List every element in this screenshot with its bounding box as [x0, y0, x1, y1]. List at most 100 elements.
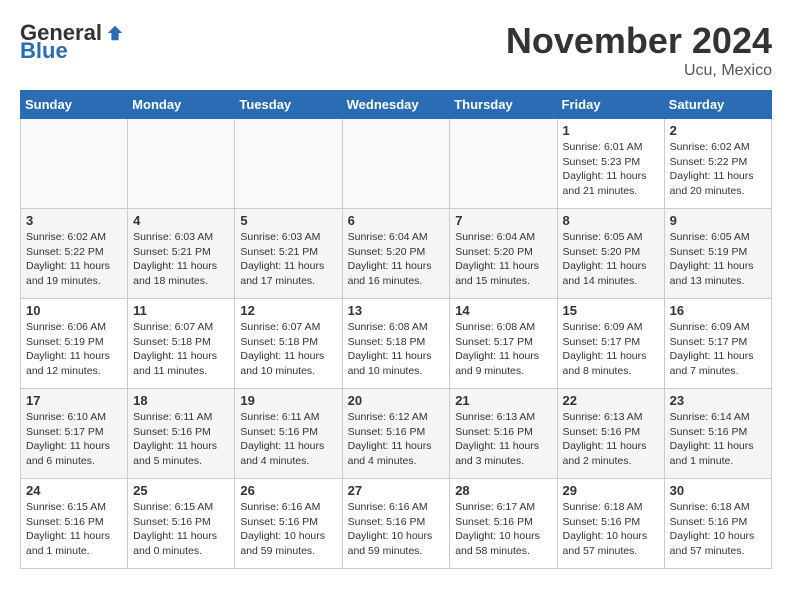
calendar-header-wednesday: Wednesday — [342, 91, 450, 119]
calendar-cell: 2 Sunrise: 6:02 AMSunset: 5:22 PMDaylight… — [664, 119, 771, 209]
calendar-cell: 10 Sunrise: 6:06 AMSunset: 5:19 PMDayligh… — [21, 299, 128, 389]
calendar-cell: 19 Sunrise: 6:11 AMSunset: 5:16 PMDayligh… — [235, 389, 342, 479]
day-info: Sunrise: 6:15 AMSunset: 5:16 PMDaylight:… — [133, 500, 229, 559]
day-number: 29 — [563, 483, 659, 498]
calendar-week-row: 17Sunrise: 6:10 AMSunset: 5:17 PMDayligh… — [21, 389, 772, 479]
day-number: 15 — [563, 303, 659, 318]
month-title: November 2024 — [506, 20, 772, 62]
calendar-header-saturday: Saturday — [664, 91, 771, 119]
day-info: Sunrise: 6:07 AMSunset: 5:18 PMDaylight:… — [240, 320, 336, 379]
calendar-cell: 8 Sunrise: 6:05 AMSunset: 5:20 PMDaylight… — [557, 209, 664, 299]
day-info: Sunrise: 6:07 AMSunset: 5:18 PMDaylight:… — [133, 320, 229, 379]
calendar-cell — [21, 119, 128, 209]
day-info: Sunrise: 6:09 AMSunset: 5:17 PMDaylight:… — [563, 320, 659, 379]
calendar-cell: 26 Sunrise: 6:16 AMSunset: 5:16 PMDayligh… — [235, 479, 342, 569]
calendar-week-row: 10 Sunrise: 6:06 AMSunset: 5:19 PMDayligh… — [21, 299, 772, 389]
day-number: 3 — [26, 213, 122, 228]
location-subtitle: Ucu, Mexico — [506, 62, 772, 80]
day-number: 12 — [240, 303, 336, 318]
calendar-week-row: 24Sunrise: 6:15 AMSunset: 5:16 PMDayligh… — [21, 479, 772, 569]
calendar-cell: 5 Sunrise: 6:03 AMSunset: 5:21 PMDaylight… — [235, 209, 342, 299]
calendar-cell — [128, 119, 235, 209]
calendar-header-thursday: Thursday — [450, 91, 557, 119]
day-number: 19 — [240, 393, 336, 408]
day-number: 18 — [133, 393, 229, 408]
day-info: Sunrise: 6:13 AMSunset: 5:16 PMDaylight:… — [563, 410, 659, 469]
day-number: 26 — [240, 483, 336, 498]
calendar-header-monday: Monday — [128, 91, 235, 119]
calendar-cell: 11Sunrise: 6:07 AMSunset: 5:18 PMDayligh… — [128, 299, 235, 389]
calendar-cell: 7 Sunrise: 6:04 AMSunset: 5:20 PMDaylight… — [450, 209, 557, 299]
day-info: Sunrise: 6:10 AMSunset: 5:17 PMDaylight:… — [26, 410, 122, 469]
calendar-cell: 22 Sunrise: 6:13 AMSunset: 5:16 PMDayligh… — [557, 389, 664, 479]
logo: General Blue — [20, 20, 124, 64]
calendar-cell: 21 Sunrise: 6:13 AMSunset: 5:16 PMDayligh… — [450, 389, 557, 479]
day-number: 2 — [670, 123, 766, 138]
day-number: 5 — [240, 213, 336, 228]
day-number: 20 — [348, 393, 445, 408]
day-info: Sunrise: 6:17 AMSunset: 5:16 PMDaylight:… — [455, 500, 551, 559]
day-info: Sunrise: 6:11 AMSunset: 5:16 PMDaylight:… — [133, 410, 229, 469]
calendar-cell: 30 Sunrise: 6:18 AMSunset: 5:16 PMDayligh… — [664, 479, 771, 569]
calendar-cell: 27Sunrise: 6:16 AMSunset: 5:16 PMDayligh… — [342, 479, 450, 569]
calendar-cell: 17Sunrise: 6:10 AMSunset: 5:17 PMDayligh… — [21, 389, 128, 479]
logo-blue-text: Blue — [20, 38, 68, 64]
day-info: Sunrise: 6:13 AMSunset: 5:16 PMDaylight:… — [455, 410, 551, 469]
day-info: Sunrise: 6:05 AMSunset: 5:20 PMDaylight:… — [563, 230, 659, 289]
day-info: Sunrise: 6:08 AMSunset: 5:18 PMDaylight:… — [348, 320, 445, 379]
day-number: 21 — [455, 393, 551, 408]
day-number: 30 — [670, 483, 766, 498]
calendar-cell — [450, 119, 557, 209]
day-info: Sunrise: 6:16 AMSunset: 5:16 PMDaylight:… — [240, 500, 336, 559]
day-info: Sunrise: 6:14 AMSunset: 5:16 PMDaylight:… — [670, 410, 766, 469]
title-area: November 2024 Ucu, Mexico — [506, 20, 772, 80]
calendar-cell: 25Sunrise: 6:15 AMSunset: 5:16 PMDayligh… — [128, 479, 235, 569]
day-info: Sunrise: 6:09 AMSunset: 5:17 PMDaylight:… — [670, 320, 766, 379]
calendar-week-row: 3 Sunrise: 6:02 AMSunset: 5:22 PMDaylight… — [21, 209, 772, 299]
day-number: 6 — [348, 213, 445, 228]
day-info: Sunrise: 6:03 AMSunset: 5:21 PMDaylight:… — [240, 230, 336, 289]
calendar-cell: 14 Sunrise: 6:08 AMSunset: 5:17 PMDayligh… — [450, 299, 557, 389]
calendar-header-row: SundayMondayTuesdayWednesdayThursdayFrid… — [21, 91, 772, 119]
day-info: Sunrise: 6:15 AMSunset: 5:16 PMDaylight:… — [26, 500, 122, 559]
day-info: Sunrise: 6:04 AMSunset: 5:20 PMDaylight:… — [455, 230, 551, 289]
day-info: Sunrise: 6:02 AMSunset: 5:22 PMDaylight:… — [670, 140, 766, 199]
day-number: 7 — [455, 213, 551, 228]
day-info: Sunrise: 6:06 AMSunset: 5:19 PMDaylight:… — [26, 320, 122, 379]
day-info: Sunrise: 6:16 AMSunset: 5:16 PMDaylight:… — [348, 500, 445, 559]
calendar-cell: 23 Sunrise: 6:14 AMSunset: 5:16 PMDayligh… — [664, 389, 771, 479]
day-info: Sunrise: 6:11 AMSunset: 5:16 PMDaylight:… — [240, 410, 336, 469]
calendar-cell: 15 Sunrise: 6:09 AMSunset: 5:17 PMDayligh… — [557, 299, 664, 389]
calendar-cell: 29 Sunrise: 6:18 AMSunset: 5:16 PMDayligh… — [557, 479, 664, 569]
day-info: Sunrise: 6:02 AMSunset: 5:22 PMDaylight:… — [26, 230, 122, 289]
calendar-cell: 3 Sunrise: 6:02 AMSunset: 5:22 PMDaylight… — [21, 209, 128, 299]
day-number: 23 — [670, 393, 766, 408]
calendar-header-tuesday: Tuesday — [235, 91, 342, 119]
day-info: Sunrise: 6:04 AMSunset: 5:20 PMDaylight:… — [348, 230, 445, 289]
day-number: 4 — [133, 213, 229, 228]
calendar-cell: 16 Sunrise: 6:09 AMSunset: 5:17 PMDayligh… — [664, 299, 771, 389]
day-number: 22 — [563, 393, 659, 408]
day-info: Sunrise: 6:01 AMSunset: 5:23 PMDaylight:… — [563, 140, 659, 199]
calendar-cell: 1 Sunrise: 6:01 AMSunset: 5:23 PMDaylight… — [557, 119, 664, 209]
logo-icon — [106, 24, 124, 42]
day-number: 10 — [26, 303, 122, 318]
calendar-cell: 12 Sunrise: 6:07 AMSunset: 5:18 PMDayligh… — [235, 299, 342, 389]
day-number: 28 — [455, 483, 551, 498]
calendar-cell: 6 Sunrise: 6:04 AMSunset: 5:20 PMDaylight… — [342, 209, 450, 299]
day-info: Sunrise: 6:18 AMSunset: 5:16 PMDaylight:… — [670, 500, 766, 559]
calendar-cell: 28 Sunrise: 6:17 AMSunset: 5:16 PMDayligh… — [450, 479, 557, 569]
day-number: 8 — [563, 213, 659, 228]
calendar-header-friday: Friday — [557, 91, 664, 119]
calendar-header-sunday: Sunday — [21, 91, 128, 119]
day-number: 1 — [563, 123, 659, 138]
calendar-cell: 20Sunrise: 6:12 AMSunset: 5:16 PMDayligh… — [342, 389, 450, 479]
day-number: 16 — [670, 303, 766, 318]
day-info: Sunrise: 6:08 AMSunset: 5:17 PMDaylight:… — [455, 320, 551, 379]
day-info: Sunrise: 6:05 AMSunset: 5:19 PMDaylight:… — [670, 230, 766, 289]
day-info: Sunrise: 6:18 AMSunset: 5:16 PMDaylight:… — [563, 500, 659, 559]
calendar-cell: 24Sunrise: 6:15 AMSunset: 5:16 PMDayligh… — [21, 479, 128, 569]
day-number: 14 — [455, 303, 551, 318]
day-number: 9 — [670, 213, 766, 228]
calendar-week-row: 1 Sunrise: 6:01 AMSunset: 5:23 PMDaylight… — [21, 119, 772, 209]
